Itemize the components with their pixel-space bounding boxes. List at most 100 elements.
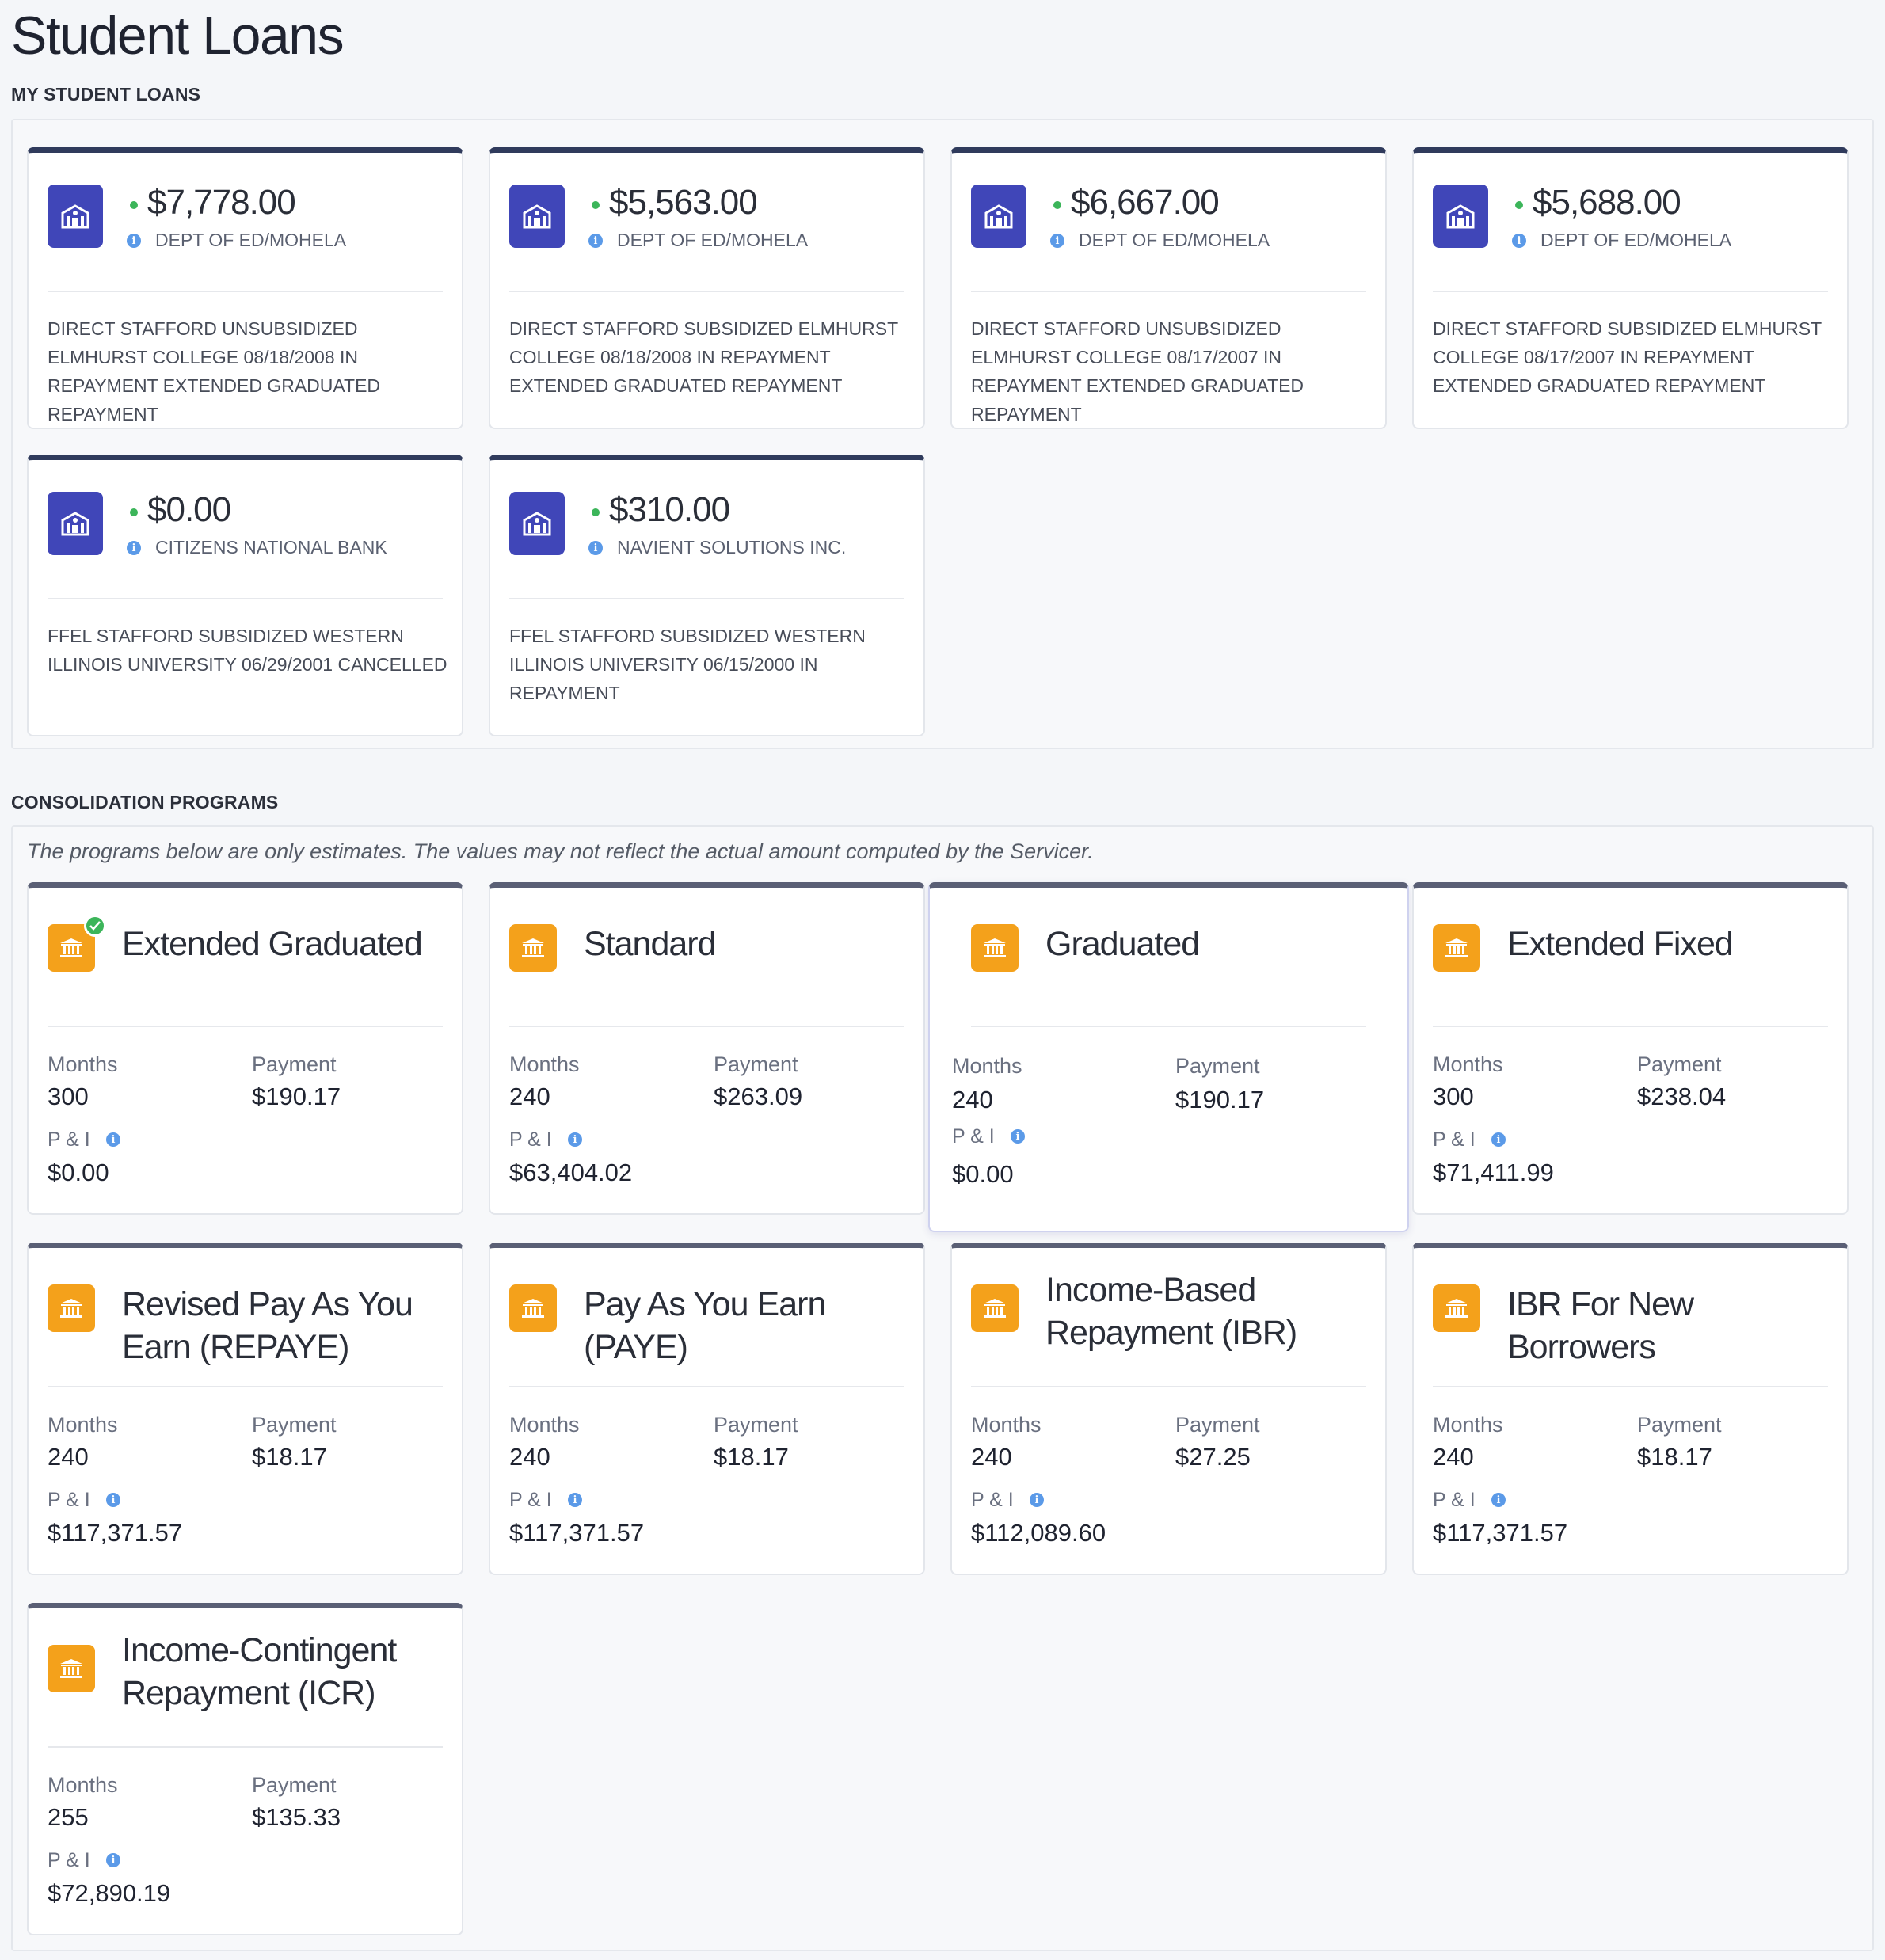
consolidation-programs-heading: CONSOLIDATION PROGRAMS [11,792,279,813]
card-divider [971,291,1366,292]
card-divider [1433,1026,1828,1027]
bank-columns-icon [1445,1299,1468,1318]
my-student-loans-heading: MY STUDENT LOANS [11,84,201,105]
months-value: 240 [509,1083,550,1110]
card-divider [509,598,904,599]
selected-check-icon [84,915,106,937]
months-value: 300 [1433,1083,1474,1110]
status-dot [592,508,600,516]
bank-building-icon [523,512,551,536]
program-name: Income-Based Repayment (IBR) [1045,1271,1297,1352]
bank-columns-icon [1445,938,1468,957]
program-card[interactable]: Graduated Months 240 Payment $190.17 P & I i $0… [928,882,1409,1232]
card-divider [48,598,443,599]
info-icon[interactable]: i [1491,1493,1506,1507]
program-bank-icon [1433,1284,1480,1332]
loan-description: FFEL STAFFORD SUBSIDIZED WESTERN ILLINOI… [509,626,866,703]
loan-amount: $5,688.00 [1533,183,1681,222]
info-icon[interactable]: i [1512,234,1526,248]
pi-value: $63,404.02 [509,1159,633,1186]
check-icon [89,921,101,931]
info-icon[interactable]: i [1050,234,1064,248]
bank-building-icon [1446,204,1475,229]
loan-card[interactable]: $0.00 i CITIZENS NATIONAL BANK FFEL STAFFOR… [27,455,463,736]
pi-label: P & I [971,1489,1014,1511]
info-icon[interactable]: i [106,1132,120,1147]
info-icon[interactable]: i [127,541,141,555]
info-icon[interactable]: i [106,1493,120,1507]
loan-servicer: DEPT OF ED/MOHELA [155,230,347,250]
loan-card[interactable]: $5,688.00 i DEPT OF ED/MOHELA DIRECT STAFFO… [1412,147,1849,429]
payment-value: $18.17 [714,1443,789,1471]
program-name: Revised Pay As You Earn (REPAYE) [122,1285,413,1366]
payment-label: Payment [1637,1052,1722,1076]
program-card[interactable]: Pay As You Earn (PAYE) Months 240 Payment $1… [489,1243,925,1575]
info-icon[interactable]: i [1491,1132,1506,1147]
program-bank-icon [48,1284,95,1332]
pi-value: $0.00 [48,1159,109,1186]
program-card[interactable]: Standard Months 240 Payment $263.09 P & I i $63… [489,882,925,1215]
loan-card[interactable]: $7,778.00 i DEPT OF ED/MOHELA DIRECT STAFFO… [27,147,463,429]
info-icon[interactable]: i [568,1132,582,1147]
months-value: 240 [971,1443,1012,1471]
info-icon[interactable]: i [127,234,141,248]
program-card[interactable]: IBR For New Borrowers Months 240 Payment $18… [1412,1243,1849,1575]
bank-columns-icon [60,938,82,957]
program-bank-icon [971,924,1019,972]
loan-description: DIRECT STAFFORD UNSUBSIDIZED ELMHURST CO… [48,318,381,424]
payment-value: $263.09 [714,1083,803,1110]
loan-amount: $7,778.00 [147,183,296,222]
programs-disclaimer: The programs below are only estimates. T… [27,839,1094,863]
card-divider [971,1026,1366,1027]
program-card[interactable]: Revised Pay As You Earn (REPAYE) Months 24… [27,1243,463,1575]
program-card[interactable]: Income-Contingent Repayment (ICR) Months 2… [27,1603,463,1935]
card-divider [1433,1386,1828,1387]
loan-card[interactable]: $310.00 i NAVIENT SOLUTIONS INC. FFEL STAFF… [489,455,925,736]
card-divider [48,1026,443,1027]
payment-label: Payment [252,1413,337,1437]
program-card[interactable]: Income-Based Repayment (IBR) Months 240 Pay… [950,1243,1387,1575]
bank-columns-icon [522,1299,544,1318]
status-dot [130,201,138,209]
pi-value: $117,371.57 [48,1519,183,1547]
payment-label: Payment [252,1052,337,1076]
pi-value: $0.00 [952,1160,1014,1188]
program-name: Graduated [1045,925,1200,963]
program-name: Extended Fixed [1507,925,1734,963]
info-icon[interactable]: i [588,541,603,555]
bank-building-icon [984,204,1013,229]
loan-bank-icon [971,185,1026,248]
info-icon[interactable]: i [588,234,603,248]
info-icon[interactable]: i [1011,1129,1025,1144]
bank-columns-icon [60,1659,82,1678]
program-name: Pay As You Earn (PAYE) [584,1285,826,1366]
months-label: Months [952,1054,1022,1078]
card-divider [1433,291,1828,292]
program-bank-icon [48,1645,95,1692]
card-divider [48,1386,443,1387]
payment-value: $27.25 [1175,1443,1251,1471]
page-title: Student Loans [11,6,345,66]
loan-description: FFEL STAFFORD SUBSIDIZED WESTERN ILLINOI… [48,626,447,675]
program-card[interactable]: Extended Fixed Months 300 Payment $238.04 P &… [1412,882,1849,1215]
payment-label: Payment [1175,1054,1260,1078]
info-icon[interactable]: i [106,1853,120,1867]
status-dot [1515,201,1523,209]
program-name: Income-Contingent Repayment (ICR) [122,1631,397,1712]
loan-bank-icon [48,492,103,555]
payment-value: $18.17 [1637,1443,1712,1471]
pi-label: P & I [48,1128,90,1151]
loan-card[interactable]: $6,667.00 i DEPT OF ED/MOHELA DIRECT STAFFO… [950,147,1387,429]
program-bank-icon [1433,924,1480,972]
card-divider [48,1746,443,1748]
months-value: 240 [48,1443,89,1471]
info-icon[interactable]: i [1030,1493,1044,1507]
months-value: 255 [48,1803,89,1831]
months-label: Months [48,1773,118,1797]
card-divider [509,1386,904,1387]
info-icon[interactable]: i [568,1493,582,1507]
payment-label: Payment [252,1773,337,1797]
program-card[interactable]: Extended Graduated Months 300 Payment $190.1… [27,882,463,1215]
loan-card[interactable]: $5,563.00 i DEPT OF ED/MOHELA DIRECT STAFFO… [489,147,925,429]
months-label: Months [48,1052,118,1076]
